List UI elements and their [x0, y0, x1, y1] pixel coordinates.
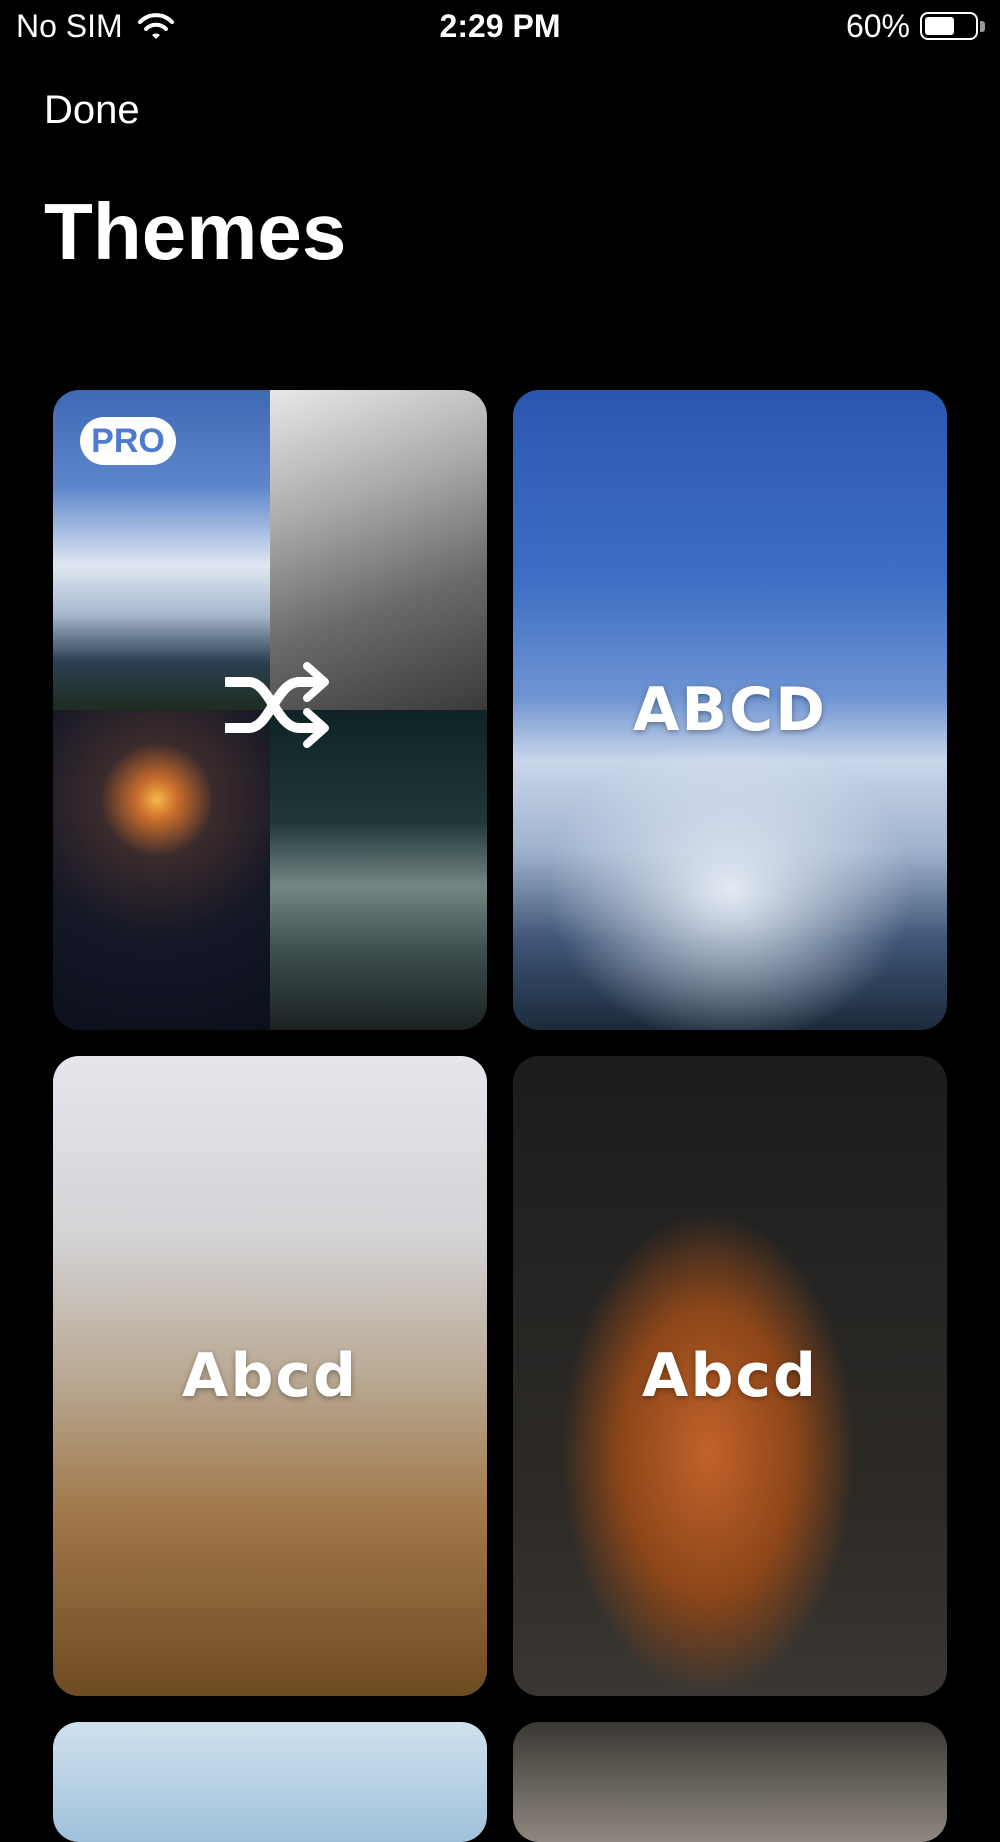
theme-card-fox[interactable]: Abcd — [513, 1056, 947, 1696]
pro-badge: PRO — [80, 417, 176, 465]
theme-sample-text: Abcd — [182, 1341, 358, 1411]
battery-percent: 60% — [845, 8, 910, 44]
shuffle-icon — [225, 662, 329, 748]
ocean-thumbnail — [270, 710, 487, 1030]
sparkler-thumbnail — [53, 710, 270, 1030]
theme-sample-text: Abcd — [642, 1341, 818, 1411]
done-button[interactable]: Done — [44, 88, 140, 133]
page-title: Themes — [44, 187, 347, 276]
status-bar: No SIM 2:29 PM 60% — [0, 0, 1000, 56]
status-right: 60% — [846, 8, 986, 45]
theme-card-wheat[interactable]: Abcd — [53, 1056, 487, 1696]
theme-card-shuffle[interactable]: PRO — [53, 390, 487, 1030]
theme-card-partial-right[interactable] — [513, 1722, 947, 1842]
theme-card-partial-left[interactable] — [53, 1722, 487, 1842]
battery-icon — [920, 11, 986, 42]
theme-sample-text: ABCD — [632, 675, 827, 745]
theme-card-mountain[interactable]: ABCD — [513, 390, 947, 1030]
